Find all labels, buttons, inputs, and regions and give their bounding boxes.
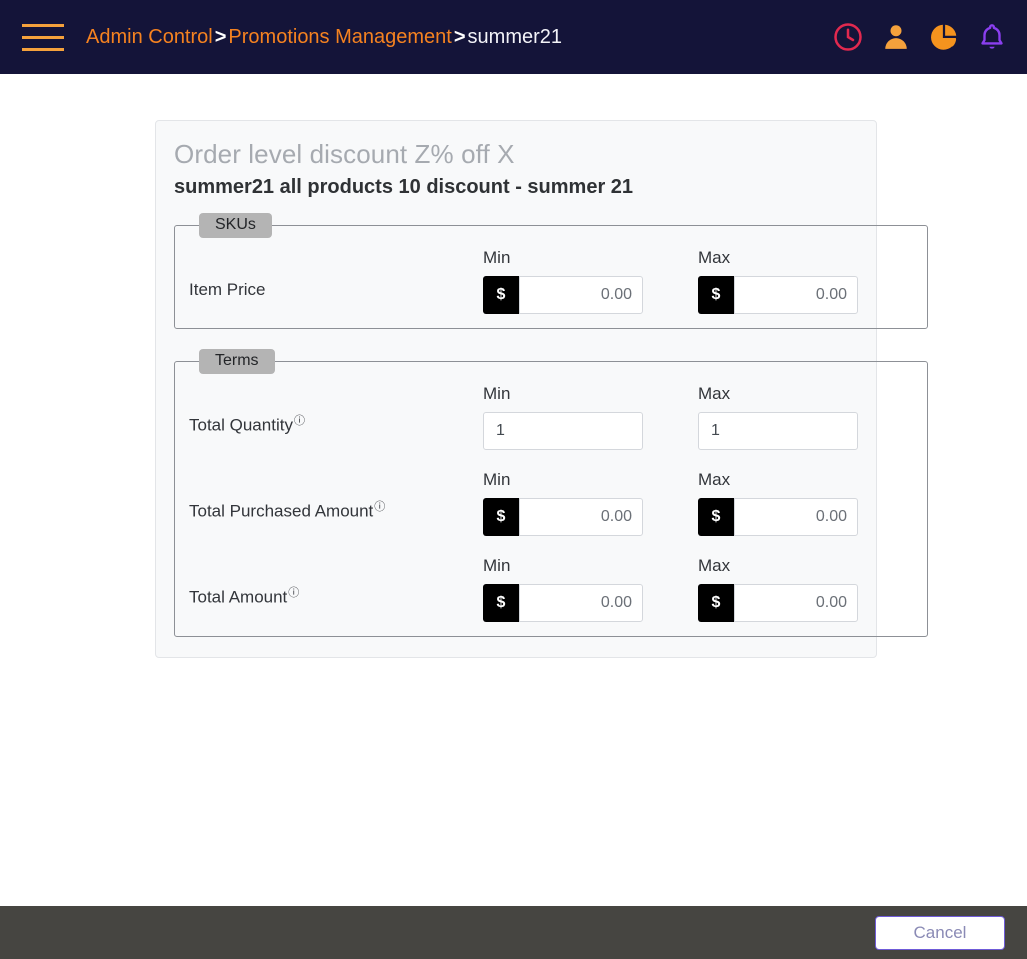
- field-column-min: Min $: [483, 248, 698, 314]
- clock-icon[interactable]: [833, 22, 863, 52]
- column-header-max: Max: [698, 556, 731, 575]
- help-circle-icon[interactable]: ⓘ: [288, 587, 299, 599]
- field-label: Item Price: [189, 280, 483, 314]
- currency-prefix-icon: $: [698, 498, 734, 536]
- field-label: Total Quantityⓘ: [189, 412, 483, 450]
- currency-prefix-icon: $: [483, 498, 519, 536]
- min-input[interactable]: [483, 412, 643, 450]
- top-navbar: Admin Control > Promotions Management > …: [0, 0, 1027, 74]
- column-header-min: Min: [483, 384, 511, 403]
- field-group-terms: TermsTotal QuantityⓘMinMaxTotal Purchase…: [174, 349, 928, 637]
- cancel-button[interactable]: Cancel: [875, 916, 1005, 950]
- main-content-area: Order level discount Z% off X summer21 a…: [0, 74, 1027, 906]
- currency-prefix-icon: $: [483, 276, 519, 314]
- field-label-text: Item Price: [189, 280, 266, 299]
- field-column-min: Min $: [483, 470, 698, 536]
- field-label-text: Total Quantity: [189, 416, 293, 435]
- input-wrapper-max: [698, 412, 858, 450]
- field-row: Total Purchased AmountⓘMin$Max$: [189, 470, 913, 536]
- field-label-text: Total Amount: [189, 588, 288, 607]
- field-column-max: Max $: [698, 556, 913, 622]
- input-wrapper-max: $: [698, 276, 858, 314]
- page-title: Order level discount Z% off X: [174, 139, 515, 169]
- breadcrumb-item-promotions-management[interactable]: Promotions Management: [228, 26, 451, 49]
- breadcrumb-item-summer21: summer21: [467, 25, 563, 48]
- promotion-detail-card: Order level discount Z% off X summer21 a…: [155, 120, 928, 658]
- breadcrumb: Admin Control > Promotions Management > …: [86, 26, 562, 49]
- field-label-text: Total Purchased Amount: [189, 502, 374, 521]
- hamburger-menu-icon[interactable]: [22, 23, 64, 51]
- currency-prefix-icon: $: [698, 276, 734, 314]
- currency-prefix-icon: $: [698, 584, 734, 622]
- currency-prefix-icon: $: [483, 584, 519, 622]
- max-input[interactable]: [734, 584, 858, 622]
- hamburger-bar-1: [22, 23, 64, 27]
- input-wrapper-min: $: [483, 276, 643, 314]
- column-header-max: Max: [698, 248, 731, 267]
- min-input[interactable]: [519, 584, 643, 622]
- max-input[interactable]: [734, 498, 858, 536]
- breadcrumb-separator-1: >: [214, 25, 227, 48]
- help-circle-icon[interactable]: ⓘ: [374, 501, 385, 513]
- input-wrapper-min: $: [483, 498, 643, 536]
- field-column-max: Max $: [698, 470, 913, 536]
- user-icon[interactable]: [881, 22, 911, 52]
- field-row: Total QuantityⓘMinMax: [189, 384, 913, 450]
- field-group-legend: Terms: [199, 349, 275, 374]
- input-wrapper-min: $: [483, 584, 643, 622]
- column-header-min: Min: [483, 470, 511, 489]
- field-row: Item Price Min $ Max $: [189, 248, 913, 314]
- input-wrapper-max: $: [698, 498, 858, 536]
- footer-bar: Cancel: [0, 906, 1027, 959]
- field-column-max: Max $: [698, 248, 913, 314]
- field-column-max: Max: [698, 384, 913, 450]
- field-label: Total Purchased Amountⓘ: [189, 498, 483, 536]
- field-row: Total AmountⓘMin$Max$: [189, 556, 913, 622]
- column-header-min: Min: [483, 556, 511, 575]
- breadcrumb-separator-2: >: [453, 25, 466, 48]
- field-group-skus: SKUs Item Price Min $ Max $: [174, 213, 928, 329]
- column-header-max: Max: [698, 384, 731, 403]
- field-column-min: Min $: [483, 556, 698, 622]
- column-header-max: Max: [698, 470, 731, 489]
- column-header-min: Min: [483, 248, 511, 267]
- max-input[interactable]: [698, 412, 858, 450]
- help-circle-icon[interactable]: ⓘ: [294, 415, 305, 427]
- input-wrapper-max: $: [698, 584, 858, 622]
- field-label: Total Amountⓘ: [189, 584, 483, 622]
- field-groups-container: SKUs Item Price Min $ Max $ Terms Total Quantit…: [174, 213, 928, 637]
- bell-icon[interactable]: [977, 22, 1007, 52]
- hamburger-bar-3: [22, 47, 64, 51]
- hamburger-bar-2: [22, 35, 64, 39]
- pie-chart-icon[interactable]: [929, 22, 959, 52]
- min-input[interactable]: [519, 498, 643, 536]
- breadcrumb-item-admin-control[interactable]: Admin Control: [86, 26, 213, 49]
- page-subtitle: summer21 all products 10 discount - summ…: [174, 176, 634, 198]
- max-input[interactable]: [734, 276, 858, 314]
- field-group-legend: SKUs: [199, 213, 272, 238]
- input-wrapper-min: [483, 412, 643, 450]
- min-input[interactable]: [519, 276, 643, 314]
- field-column-min: Min: [483, 384, 698, 450]
- navbar-icon-group: [833, 0, 1007, 74]
